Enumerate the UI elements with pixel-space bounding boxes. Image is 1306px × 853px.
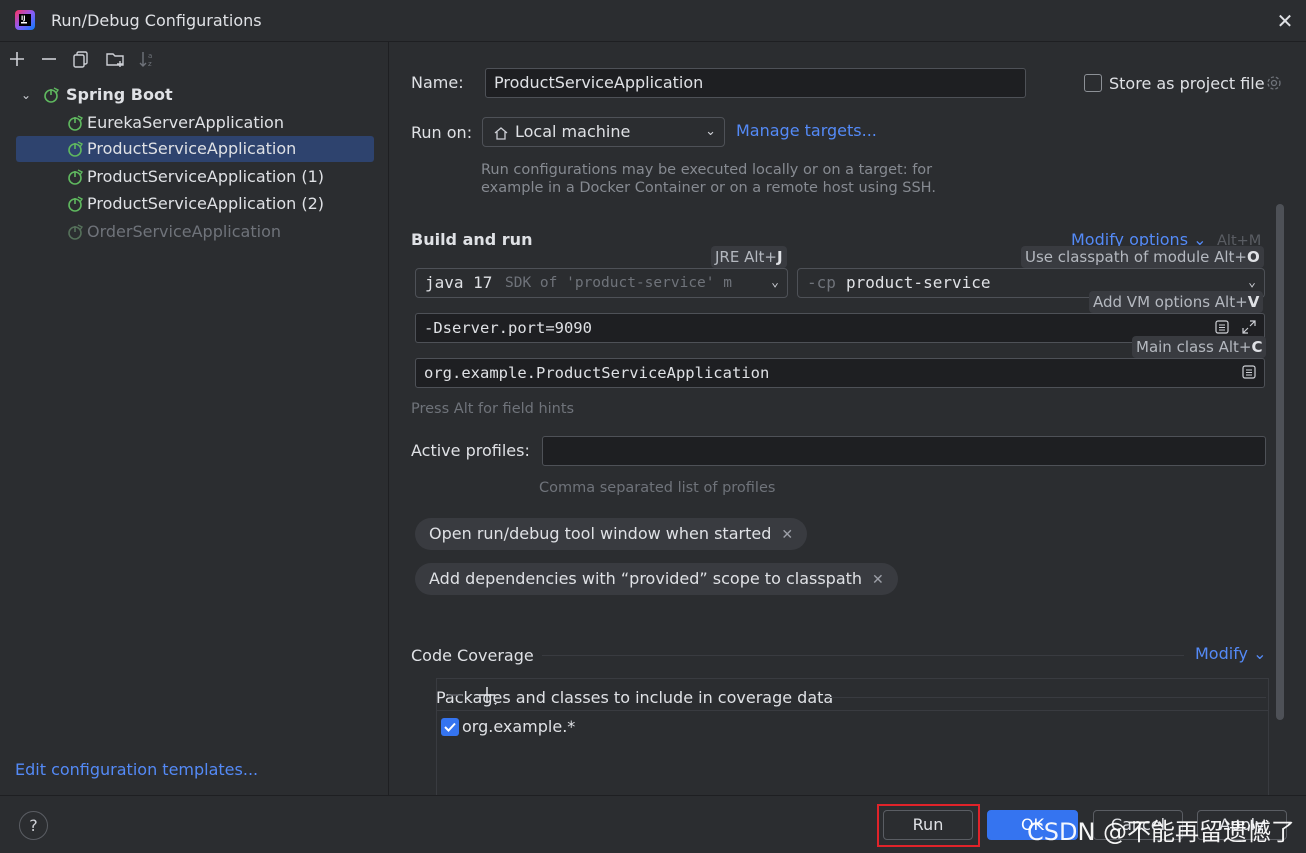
classpath-hint-badge: Use classpath of module Alt+O bbox=[1021, 246, 1264, 268]
chip-label: Add dependencies with “provided” scope t… bbox=[429, 569, 863, 588]
run-button[interactable]: Run bbox=[883, 810, 973, 840]
code-coverage-title: Code Coverage bbox=[411, 646, 534, 665]
active-profiles-field[interactable] bbox=[542, 436, 1266, 466]
chevron-down-icon: ⌄ bbox=[767, 269, 779, 297]
spring-boot-disabled-icon bbox=[68, 224, 84, 240]
list-icon[interactable] bbox=[1214, 319, 1230, 335]
window-title: Run/Debug Configurations bbox=[51, 11, 262, 30]
table-toolbar bbox=[437, 679, 1268, 711]
svg-text:IJ: IJ bbox=[21, 15, 25, 22]
spring-boot-icon bbox=[44, 87, 60, 103]
tree-item-label: EurekaServerApplication bbox=[87, 113, 284, 132]
name-label: Name: bbox=[411, 73, 464, 92]
package-pattern: org.example.* bbox=[462, 717, 576, 736]
sort-icon[interactable]: az bbox=[137, 48, 159, 70]
tree-item-product-service-1[interactable]: ProductServiceApplication (1) bbox=[16, 164, 374, 190]
list-icon[interactable] bbox=[1241, 364, 1257, 380]
copy-icon[interactable] bbox=[70, 48, 92, 70]
badge-text: Add VM options Alt+ bbox=[1093, 293, 1248, 311]
option-chip-tool-window: Open run/debug tool window when started ✕ bbox=[415, 518, 808, 550]
coverage-modify-label: Modify bbox=[1195, 644, 1249, 663]
option-chip-provided-scope: Add dependencies with “provided” scope t… bbox=[415, 563, 898, 595]
badge-text: JRE Alt+ bbox=[715, 248, 777, 266]
badge-key: J bbox=[776, 248, 783, 266]
close-icon[interactable]: ✕ bbox=[781, 527, 793, 543]
active-profiles-label: Active profiles: bbox=[411, 441, 530, 460]
run-on-hint-line2: example in a Docker Container or on a re… bbox=[481, 180, 936, 196]
coverage-packages-table: org.example.* bbox=[436, 678, 1269, 798]
spring-boot-icon bbox=[68, 141, 84, 157]
badge-text: Use classpath of module Alt+ bbox=[1025, 248, 1247, 266]
edit-templates-link[interactable]: Edit configuration templates... bbox=[15, 760, 258, 779]
spring-boot-icon bbox=[68, 169, 84, 185]
spring-boot-icon bbox=[68, 115, 84, 131]
name-field[interactable]: ProductServiceApplication bbox=[485, 68, 1026, 98]
main-class-field[interactable]: org.example.ProductServiceApplication bbox=[415, 358, 1265, 388]
tree-item-label: ProductServiceApplication (2) bbox=[87, 194, 325, 213]
chevron-down-icon[interactable]: ⌄ bbox=[21, 82, 31, 108]
tree-group-label: Spring Boot bbox=[66, 85, 173, 104]
jdk-detail: SDK of 'product-service' m bbox=[505, 275, 732, 291]
main-class-hint-badge: Main class Alt+C bbox=[1132, 336, 1267, 358]
store-project-file-checkbox[interactable] bbox=[1084, 74, 1102, 92]
svg-text:z: z bbox=[148, 60, 152, 68]
coverage-modify-link[interactable]: Modify ⌄ bbox=[1195, 644, 1267, 663]
dialog-footer: ? Run OK Cancel Apply CSDN @不能再留遗憾了 bbox=[0, 795, 1306, 853]
store-project-file-label: Store as project file bbox=[1109, 74, 1265, 93]
configurations-tree-panel: az ⌄ Spring Boot EurekaServerApplication… bbox=[0, 42, 389, 795]
gear-icon[interactable] bbox=[1266, 75, 1282, 91]
chevron-down-icon: ⌄ bbox=[705, 124, 716, 139]
badge-key: V bbox=[1247, 293, 1260, 311]
tree-group-spring-boot[interactable]: ⌄ Spring Boot bbox=[16, 82, 374, 108]
vertical-scrollbar[interactable] bbox=[1276, 204, 1284, 720]
tree-item-label: OrderServiceApplication bbox=[87, 222, 281, 241]
remove-icon[interactable] bbox=[38, 48, 60, 70]
tree-toolbar: az bbox=[0, 42, 389, 76]
add-icon[interactable] bbox=[6, 48, 28, 70]
table-row[interactable]: org.example.* bbox=[441, 715, 1261, 741]
spring-boot-icon bbox=[68, 196, 84, 212]
run-on-hint-line1: Run configurations may be executed local… bbox=[481, 162, 933, 178]
jdk-dropdown[interactable]: java 17 SDK of 'product-service' m ⌄ bbox=[415, 268, 788, 298]
tree-item-order-service[interactable]: OrderServiceApplication bbox=[16, 219, 374, 245]
tree-item-label: ProductServiceApplication (1) bbox=[87, 167, 325, 186]
tree-item-product-service[interactable]: ProductServiceApplication bbox=[16, 136, 374, 162]
csdn-watermark: CSDN @不能再留遗憾了 bbox=[1027, 818, 1296, 846]
manage-targets-link[interactable]: Manage targets... bbox=[736, 121, 877, 140]
field-hint: Press Alt for field hints bbox=[411, 401, 575, 417]
cp-value: product-service bbox=[846, 273, 991, 292]
run-on-dropdown[interactable]: Local machine ⌄ bbox=[482, 117, 725, 147]
separator bbox=[542, 655, 1184, 656]
svg-text:a: a bbox=[148, 52, 152, 60]
title-bar: IJ Run/Debug Configurations ✕ bbox=[0, 0, 1306, 42]
run-on-value: Local machine bbox=[515, 122, 631, 141]
help-button[interactable]: ? bbox=[19, 811, 48, 840]
badge-key: C bbox=[1251, 338, 1263, 356]
add-with-dropdown-icon[interactable] bbox=[477, 685, 499, 707]
remove-icon[interactable] bbox=[445, 685, 465, 705]
vm-options-hint-badge: Add VM options Alt+V bbox=[1089, 291, 1264, 313]
badge-text: Main class Alt+ bbox=[1136, 338, 1252, 356]
build-run-title: Build and run bbox=[411, 230, 533, 249]
checkmark-icon bbox=[444, 722, 456, 732]
new-folder-icon[interactable] bbox=[104, 48, 126, 70]
expand-icon[interactable] bbox=[1241, 319, 1257, 335]
jdk-main: java 17 bbox=[425, 273, 493, 292]
tree-item-label: ProductServiceApplication bbox=[87, 139, 297, 158]
tree-item-product-service-2[interactable]: ProductServiceApplication (2) bbox=[16, 191, 374, 217]
chip-label: Open run/debug tool window when started bbox=[429, 524, 772, 543]
close-icon[interactable]: ✕ bbox=[872, 572, 884, 588]
cp-prefix: -cp bbox=[807, 273, 836, 292]
active-profiles-hint: Comma separated list of profiles bbox=[539, 480, 776, 496]
jre-hint-badge: JRE Alt+J bbox=[711, 246, 787, 268]
tree-item-eureka-server[interactable]: EurekaServerApplication bbox=[16, 110, 374, 136]
intellij-idea-icon: IJ bbox=[15, 10, 35, 30]
badge-key: O bbox=[1246, 248, 1260, 266]
close-icon[interactable]: ✕ bbox=[1273, 9, 1297, 33]
home-icon bbox=[494, 127, 508, 140]
run-on-label: Run on: bbox=[411, 123, 473, 142]
package-checkbox[interactable] bbox=[441, 718, 459, 736]
